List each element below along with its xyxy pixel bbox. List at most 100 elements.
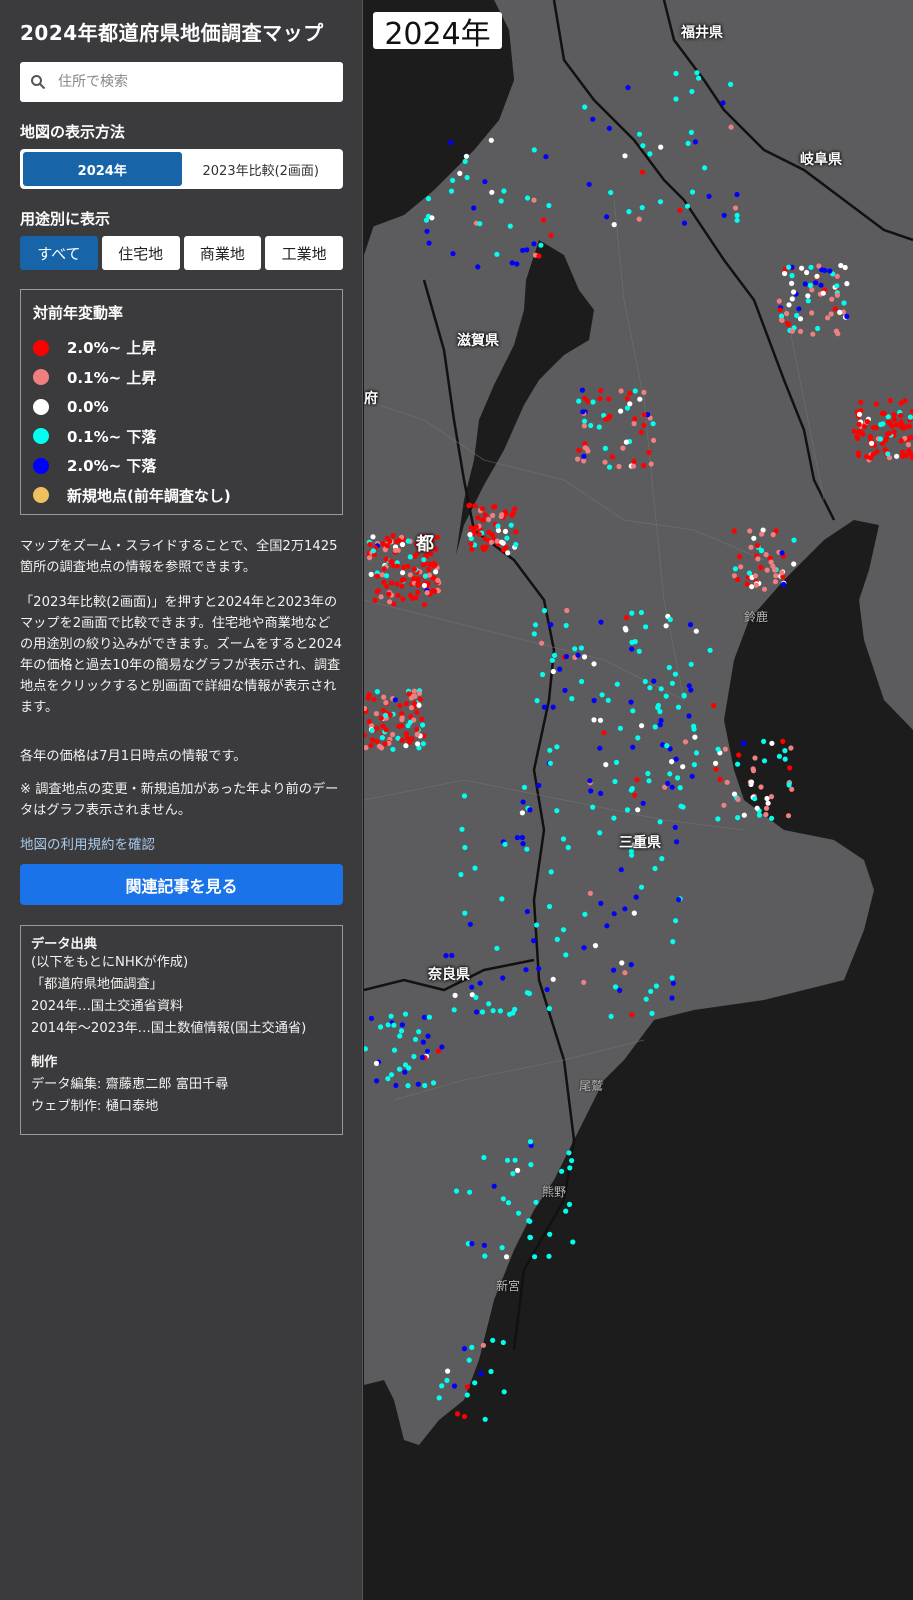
survey-point[interactable]	[869, 440, 875, 446]
survey-point[interactable]	[734, 212, 740, 218]
survey-point[interactable]	[777, 307, 783, 313]
survey-point[interactable]	[422, 573, 428, 579]
survey-point[interactable]	[667, 616, 673, 623]
survey-point[interactable]	[685, 140, 691, 146]
survey-point[interactable]	[658, 717, 664, 724]
survey-point[interactable]	[880, 421, 886, 427]
survey-point[interactable]	[543, 154, 549, 160]
survey-point[interactable]	[641, 422, 647, 428]
survey-point[interactable]	[885, 451, 891, 457]
survey-point[interactable]	[581, 458, 587, 464]
survey-point[interactable]	[516, 1210, 522, 1216]
survey-point[interactable]	[540, 671, 546, 678]
survey-point[interactable]	[878, 436, 884, 442]
survey-point[interactable]	[680, 804, 686, 810]
survey-point[interactable]	[471, 205, 477, 211]
survey-point[interactable]	[835, 331, 841, 337]
survey-point[interactable]	[629, 1012, 635, 1018]
survey-point[interactable]	[789, 296, 795, 302]
survey-point[interactable]	[624, 395, 630, 402]
survey-point[interactable]	[599, 692, 605, 698]
survey-point[interactable]	[514, 835, 520, 841]
survey-point[interactable]	[432, 588, 438, 594]
survey-point[interactable]	[581, 979, 587, 986]
survey-point[interactable]	[605, 697, 611, 703]
survey-point[interactable]	[480, 517, 486, 523]
survey-point[interactable]	[421, 1014, 427, 1020]
survey-point[interactable]	[419, 1054, 426, 1061]
survey-point[interactable]	[510, 1010, 516, 1016]
survey-point[interactable]	[524, 990, 530, 996]
survey-point[interactable]	[403, 701, 410, 707]
survey-point[interactable]	[544, 986, 550, 993]
survey-point[interactable]	[805, 298, 811, 304]
survey-point[interactable]	[531, 147, 537, 153]
survey-point[interactable]	[609, 454, 615, 460]
survey-point[interactable]	[638, 429, 644, 435]
survey-point[interactable]	[374, 573, 380, 579]
survey-point[interactable]	[482, 179, 488, 185]
survey-point[interactable]	[520, 799, 526, 805]
survey-point[interactable]	[546, 903, 553, 910]
survey-point[interactable]	[443, 953, 449, 959]
survey-point[interactable]	[490, 1337, 496, 1343]
survey-point[interactable]	[509, 260, 515, 266]
search-input[interactable]	[56, 73, 330, 91]
survey-point[interactable]	[412, 1036, 419, 1042]
survey-point[interactable]	[642, 678, 648, 685]
survey-point[interactable]	[906, 423, 913, 429]
survey-point[interactable]	[786, 302, 792, 308]
search-box[interactable]	[20, 62, 343, 102]
survey-point[interactable]	[768, 559, 774, 565]
survey-point[interactable]	[563, 952, 569, 958]
survey-point[interactable]	[434, 534, 440, 540]
survey-point[interactable]	[844, 313, 850, 319]
survey-point[interactable]	[886, 419, 892, 425]
survey-point[interactable]	[612, 778, 618, 785]
survey-point[interactable]	[559, 1168, 565, 1174]
survey-point[interactable]	[366, 718, 372, 725]
survey-point[interactable]	[369, 727, 375, 734]
survey-point[interactable]	[554, 936, 560, 943]
survey-point[interactable]	[399, 541, 406, 548]
related-articles-button[interactable]: 関連記事を見る	[20, 864, 343, 905]
survey-point[interactable]	[602, 445, 608, 451]
survey-point[interactable]	[473, 524, 479, 530]
survey-point[interactable]	[575, 652, 581, 658]
survey-point[interactable]	[520, 247, 526, 253]
survey-point[interactable]	[673, 756, 679, 762]
survey-point[interactable]	[370, 548, 376, 554]
survey-point[interactable]	[548, 622, 554, 628]
survey-point[interactable]	[477, 980, 483, 986]
survey-point[interactable]	[829, 296, 835, 302]
survey-point[interactable]	[469, 984, 475, 990]
survey-point[interactable]	[633, 894, 639, 900]
survey-point[interactable]	[666, 664, 672, 671]
survey-point[interactable]	[724, 779, 730, 785]
survey-point[interactable]	[713, 760, 719, 767]
survey-point[interactable]	[397, 1033, 403, 1039]
survey-point[interactable]	[454, 1411, 461, 1417]
survey-point[interactable]	[503, 545, 509, 551]
survey-point[interactable]	[400, 596, 406, 602]
survey-point[interactable]	[390, 746, 396, 752]
survey-point[interactable]	[639, 723, 645, 729]
survey-point[interactable]	[417, 696, 423, 703]
survey-point[interactable]	[696, 75, 702, 81]
survey-point[interactable]	[657, 708, 663, 715]
survey-point[interactable]	[451, 1383, 458, 1389]
survey-point[interactable]	[832, 306, 838, 312]
survey-point[interactable]	[528, 1162, 534, 1168]
survey-point[interactable]	[626, 209, 632, 215]
survey-point[interactable]	[791, 561, 797, 567]
survey-point[interactable]	[513, 541, 519, 548]
survey-point[interactable]	[769, 815, 775, 821]
survey-point[interactable]	[796, 306, 802, 312]
survey-point[interactable]	[691, 762, 697, 768]
survey-point[interactable]	[448, 188, 455, 194]
survey-point[interactable]	[825, 315, 831, 321]
survey-point[interactable]	[380, 708, 386, 714]
survey-point[interactable]	[728, 124, 734, 130]
survey-point[interactable]	[370, 737, 376, 743]
survey-point[interactable]	[756, 812, 762, 818]
